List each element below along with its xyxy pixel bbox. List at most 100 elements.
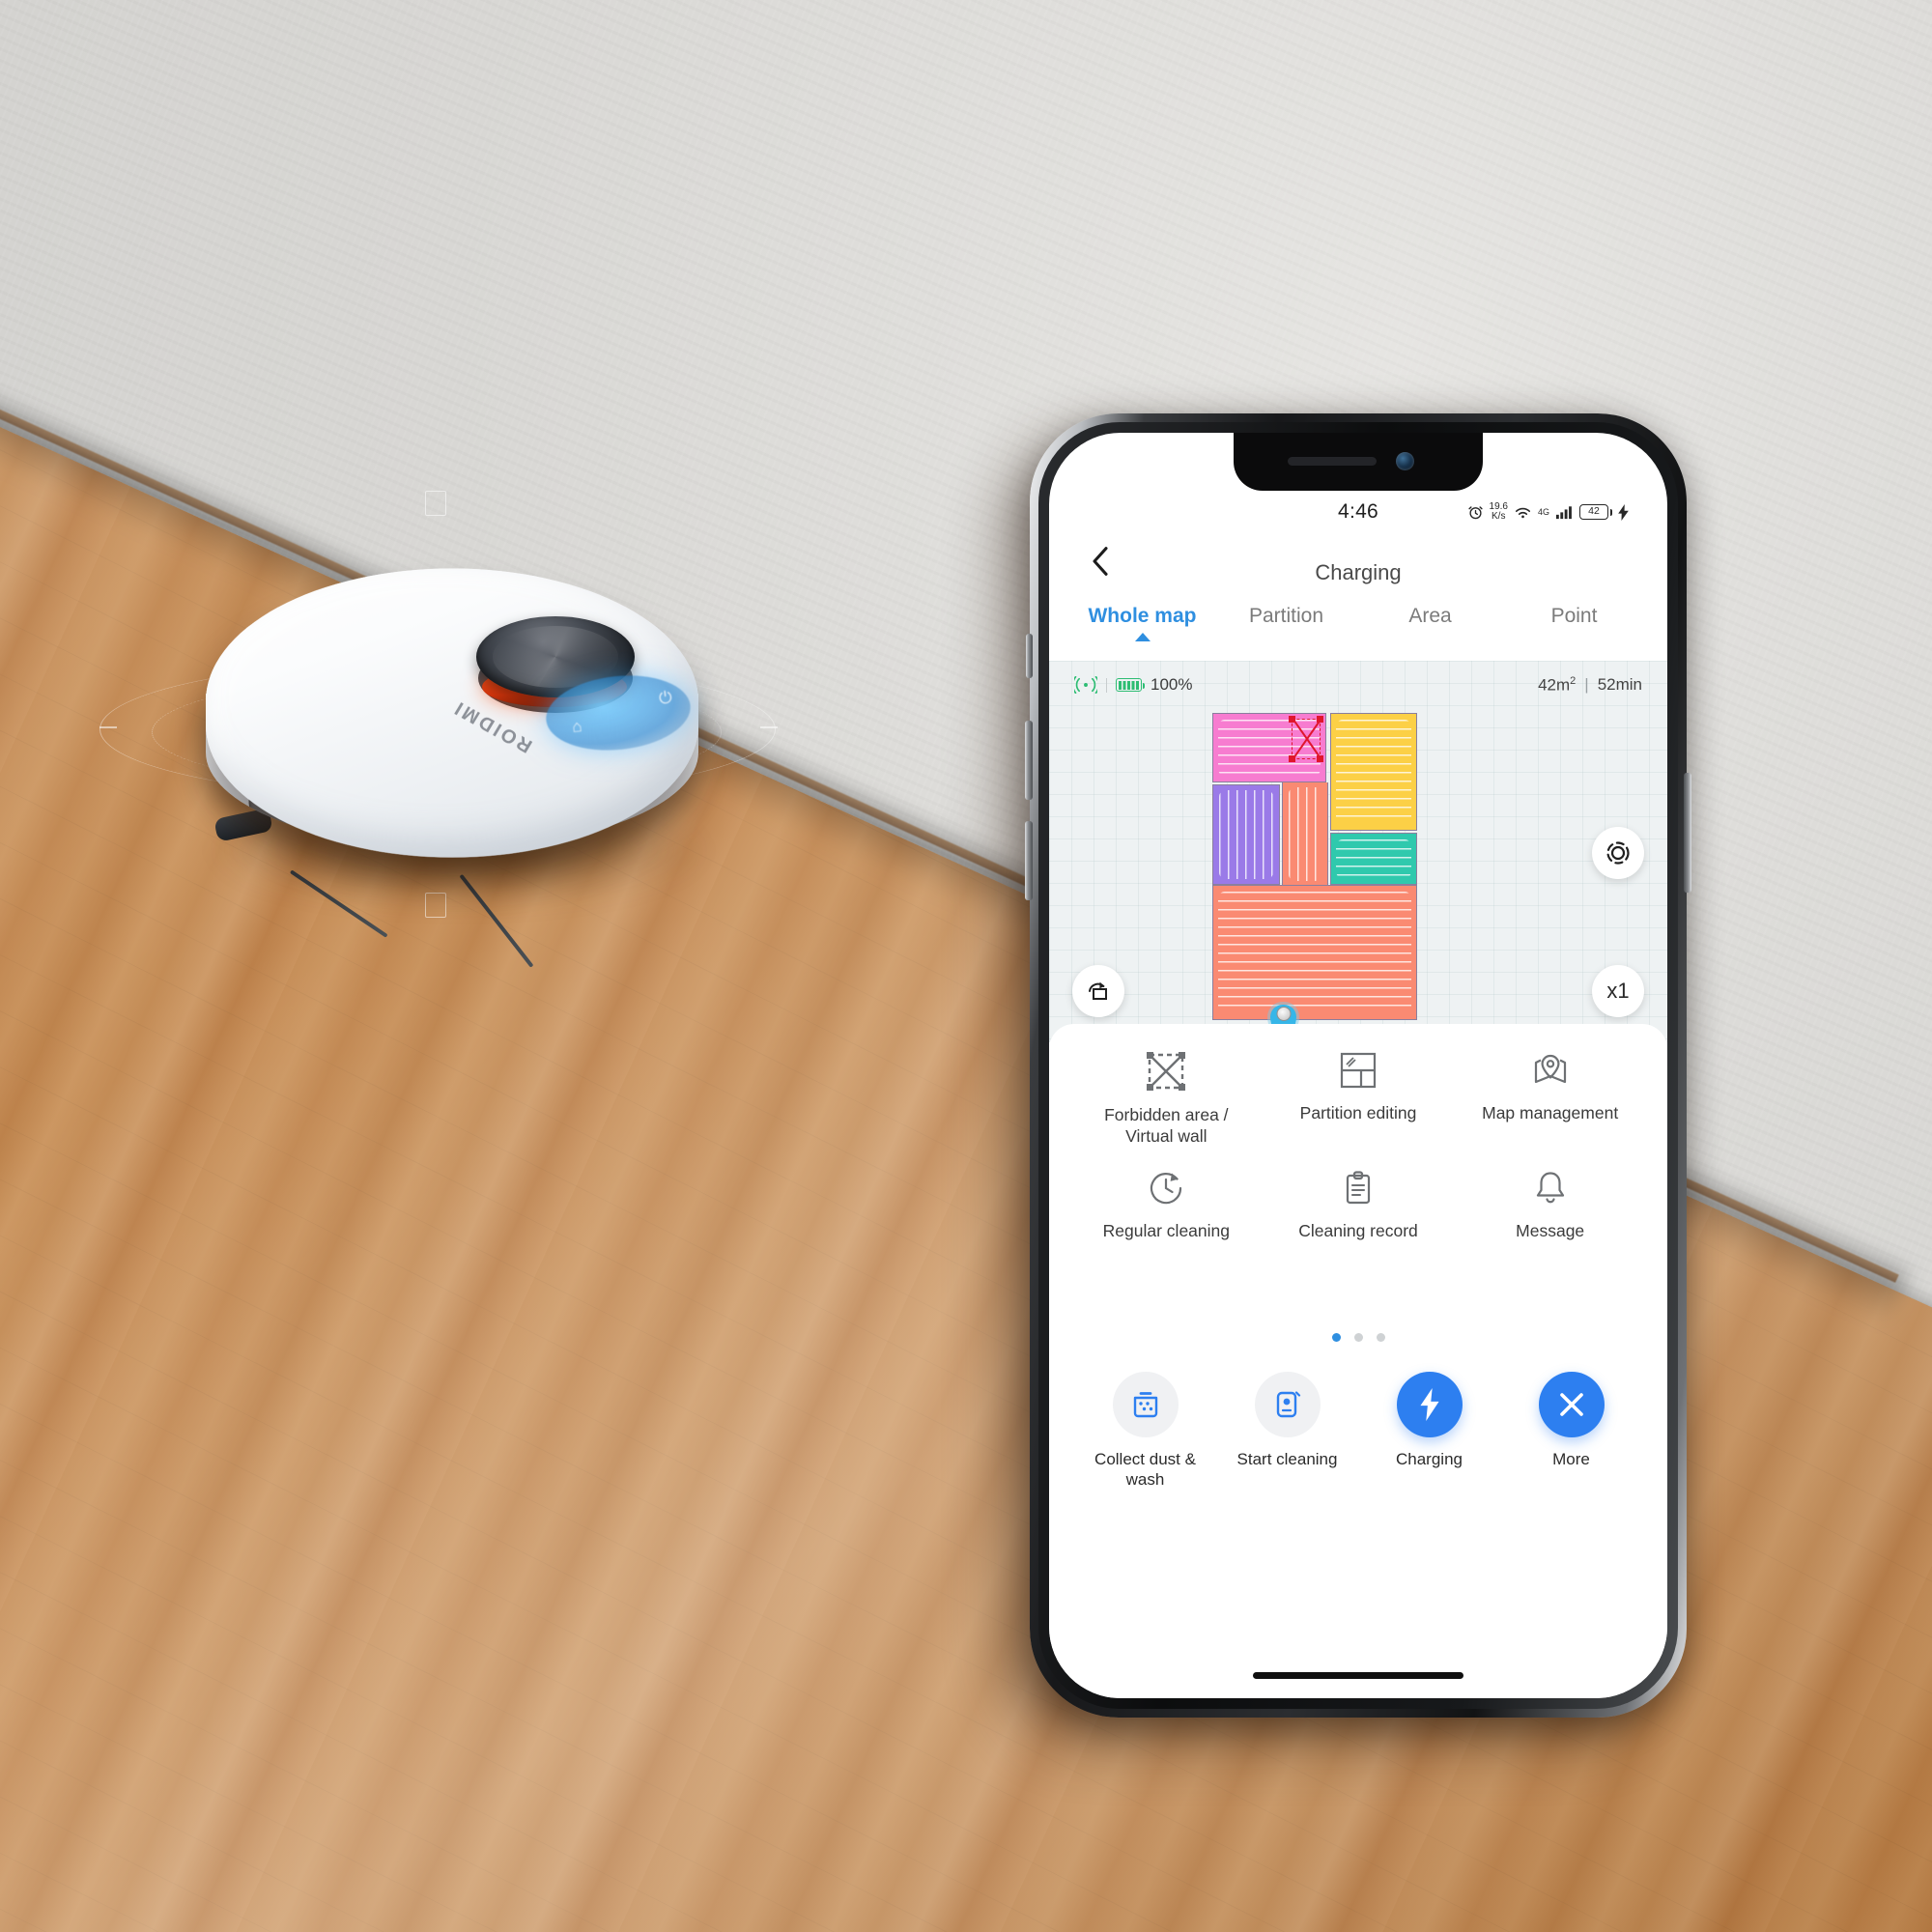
cleaning-record-icon	[1346, 1171, 1371, 1204]
volume-down-button[interactable]	[1025, 821, 1033, 900]
network-type-label: 4G	[1537, 507, 1549, 517]
battery-indicator: 42	[1579, 504, 1612, 520]
power-glyph-icon: ⏻	[658, 688, 673, 708]
page-dot-1[interactable]	[1331, 1333, 1341, 1342]
tab-whole-map[interactable]: Whole map	[1070, 605, 1214, 641]
phone-screen: 4:46 19.6 K/s 4G 42 Charging Whole map P…	[1049, 433, 1667, 1698]
function-partition-editing-label: Partition editing	[1299, 1103, 1417, 1122]
rotate-map-icon	[1089, 981, 1107, 1000]
more-close-icon	[1559, 1393, 1583, 1416]
tab-area[interactable]: Area	[1358, 605, 1502, 628]
forbidden-area-icon	[1147, 1052, 1186, 1091]
function-regular-cleaning-label: Regular cleaning	[1102, 1220, 1230, 1240]
wifi-icon	[1515, 507, 1531, 518]
clean-area-text: 42m2	[1538, 674, 1577, 695]
tab-partition[interactable]: Partition	[1214, 605, 1358, 628]
dust-collect-icon	[1133, 1392, 1157, 1418]
room-salmon[interactable]	[1212, 885, 1417, 1020]
more-button[interactable]	[1538, 1372, 1605, 1437]
start-cleaning-icon	[1276, 1391, 1300, 1418]
function-regular-cleaning[interactable]: Regular cleaning	[1070, 1167, 1263, 1241]
room-yellow-path	[1336, 720, 1411, 824]
action-collect-dust[interactable]: Collect dust & wash	[1089, 1372, 1203, 1491]
page-dot-2[interactable]	[1353, 1333, 1363, 1342]
forbidden-zone[interactable]	[1289, 716, 1323, 762]
battery-percent-text: 100%	[1151, 675, 1193, 694]
mute-switch[interactable]	[1026, 634, 1033, 678]
action-charging-label: Charging	[1396, 1450, 1463, 1468]
map-management-icon	[1534, 1054, 1566, 1084]
map-zoom-button[interactable]: x1	[1592, 965, 1644, 1017]
start-cleaning-button[interactable]	[1254, 1372, 1321, 1437]
room-purple-path	[1219, 790, 1273, 879]
forbidden-handle-bl[interactable]	[1289, 755, 1295, 762]
room-salmon-corridor[interactable]	[1282, 782, 1328, 887]
function-card: Forbidden area / Virtual wall Partition …	[1049, 1024, 1667, 1698]
room-yellow[interactable]	[1330, 713, 1417, 831]
home-indicator[interactable]	[1253, 1672, 1463, 1679]
power-button[interactable]	[1684, 773, 1691, 893]
battery-level-text: 42	[1579, 504, 1608, 520]
alarm-icon	[1467, 505, 1483, 519]
function-message-label: Message	[1516, 1220, 1585, 1240]
clean-duration-text: 52min	[1597, 675, 1642, 694]
map-status-bar: 100% 42m2 | 52min	[1049, 668, 1667, 701]
action-more[interactable]: More	[1515, 1372, 1629, 1469]
app-header: Charging	[1049, 537, 1667, 599]
robot-marker-lidar-icon	[1276, 1007, 1291, 1021]
active-tab-caret-icon	[1134, 633, 1151, 641]
status-icons: 19.6 K/s 4G 42	[1467, 502, 1629, 522]
action-collect-dust-label: Collect dust & wash	[1094, 1450, 1196, 1490]
message-icon	[1536, 1172, 1564, 1204]
scan-tick-left	[99, 726, 117, 728]
charging-bolt-icon	[1419, 1388, 1439, 1421]
room-salmon-path	[1218, 892, 1411, 1013]
front-camera-icon	[1396, 452, 1414, 470]
action-start-cleaning[interactable]: Start cleaning	[1231, 1372, 1345, 1469]
function-cleaning-record[interactable]: Cleaning record	[1263, 1167, 1455, 1241]
collect-dust-button[interactable]	[1112, 1372, 1179, 1437]
page-indicator	[1049, 1333, 1667, 1342]
action-charging[interactable]: Charging	[1373, 1372, 1487, 1469]
phone-notch	[1234, 433, 1483, 491]
floor-map[interactable]	[1212, 713, 1417, 1035]
room-teal[interactable]	[1330, 833, 1417, 885]
function-forbidden-area-label: Forbidden area / Virtual wall	[1104, 1105, 1229, 1147]
volume-up-button[interactable]	[1025, 721, 1033, 800]
home-glyph-icon: ⌂	[571, 717, 583, 737]
room-purple[interactable]	[1212, 784, 1280, 885]
smartphone: 4:46 19.6 K/s 4G 42 Charging Whole map P…	[1025, 413, 1691, 1718]
map-panel[interactable]: 100% 42m2 | 52min x1	[1049, 661, 1667, 1042]
network-speed: 19.6 K/s	[1490, 502, 1508, 522]
network-speed-unit: K/s	[1492, 511, 1506, 522]
action-start-cleaning-label: Start cleaning	[1236, 1450, 1338, 1468]
charging-button[interactable]	[1396, 1372, 1463, 1437]
function-map-management[interactable]: Map management	[1454, 1049, 1646, 1148]
room-salmon-corridor-path	[1289, 787, 1321, 881]
info-divider-2: |	[1584, 675, 1589, 694]
regular-cleaning-icon	[1151, 1172, 1182, 1204]
page-dot-3[interactable]	[1376, 1333, 1385, 1342]
action-more-label: More	[1552, 1450, 1590, 1468]
tab-point[interactable]: Point	[1502, 605, 1646, 628]
reset-map-button[interactable]	[1072, 965, 1124, 1017]
forbidden-handle-br[interactable]	[1317, 755, 1323, 762]
function-grid: Forbidden area / Virtual wall Partition …	[1070, 1049, 1646, 1241]
function-cleaning-record-label: Cleaning record	[1298, 1220, 1418, 1240]
function-forbidden-area[interactable]: Forbidden area / Virtual wall	[1070, 1049, 1263, 1148]
tab-whole-map-label: Whole map	[1088, 605, 1197, 627]
locate-robot-icon	[1606, 841, 1630, 865]
function-message[interactable]: Message	[1454, 1167, 1646, 1241]
forbidden-handle-tr[interactable]	[1317, 716, 1323, 723]
action-bar: Collect dust & wash Start cleaning Charg…	[1049, 1372, 1667, 1491]
map-mode-tabs: Whole map Partition Area Point	[1049, 605, 1667, 659]
scan-tick-right	[760, 726, 778, 728]
battery-cap	[1609, 508, 1612, 516]
map-zoom-label: x1	[1606, 979, 1630, 1003]
forbidden-handle-tl[interactable]	[1289, 716, 1295, 723]
locate-robot-button[interactable]	[1592, 827, 1644, 879]
function-partition-editing[interactable]: Partition editing	[1263, 1049, 1455, 1148]
status-bar: 4:46 19.6 K/s 4G 42	[1049, 493, 1667, 531]
page-title: Charging	[1315, 560, 1402, 584]
status-time: 4:46	[1337, 500, 1379, 523]
